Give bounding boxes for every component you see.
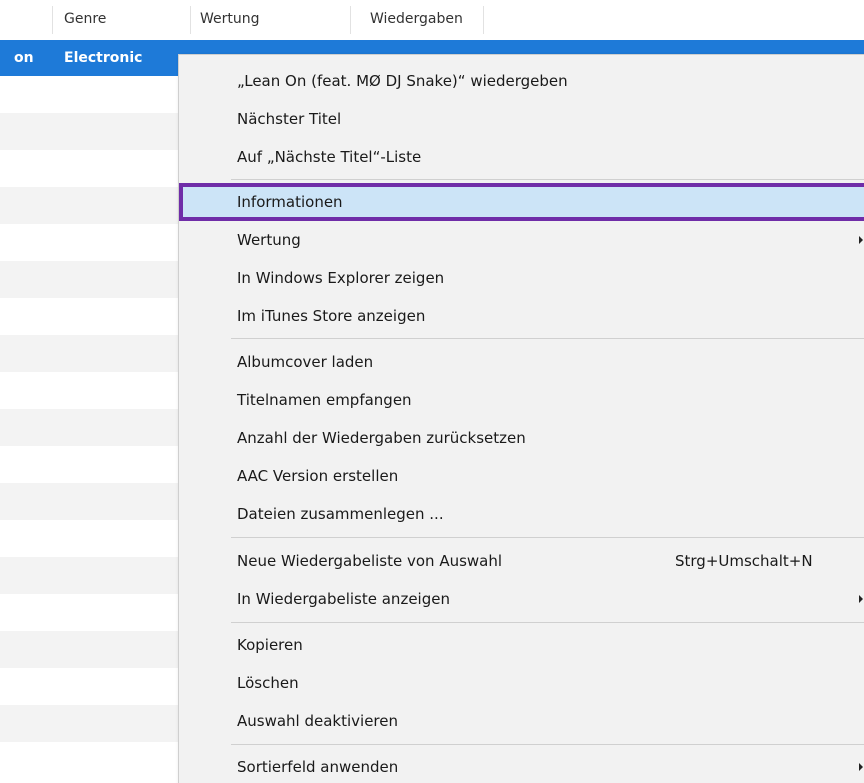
menu-item-uncheck-selection[interactable]: Auswahl deaktivieren — [179, 702, 864, 740]
menu-separator — [231, 338, 864, 339]
menu-item-get-info[interactable]: Informationen — [179, 183, 864, 221]
menu-item-new-playlist-from-selection[interactable]: Neue Wiedergabeliste von Auswahl Strg+Um… — [179, 542, 864, 580]
column-separator[interactable] — [483, 6, 484, 34]
song-genre-cell: Electronic — [64, 50, 143, 66]
menu-item-label: Neue Wiedergabeliste von Auswahl — [237, 552, 503, 570]
menu-item-show-in-explorer[interactable]: In Windows Explorer zeigen — [179, 259, 864, 297]
menu-item-copy[interactable]: Kopieren — [179, 626, 864, 664]
menu-item-label: AAC Version erstellen — [237, 467, 399, 485]
submenu-arrow-icon — [859, 236, 863, 244]
menu-item-play[interactable]: „Lean On (feat. MØ DJ Snake)“ wiedergebe… — [179, 62, 864, 100]
menu-item-label: Nächster Titel — [237, 110, 342, 128]
menu-item-label: Sortierfeld anwenden — [237, 758, 399, 776]
menu-item-show-in-playlist[interactable]: In Wiedergabeliste anzeigen — [179, 580, 864, 618]
menu-item-reset-plays[interactable]: Anzahl der Wiedergaben zurücksetzen — [179, 419, 864, 457]
column-separator[interactable] — [190, 6, 191, 34]
menu-item-label: Dateien zusammenlegen ... — [237, 505, 444, 523]
menu-item-label: Auf „Nächste Titel“-Liste — [237, 148, 422, 166]
menu-separator — [231, 537, 864, 538]
column-separator[interactable] — [52, 6, 53, 34]
column-header-plays[interactable]: Wiedergaben — [370, 0, 463, 40]
menu-item-label: Titelnamen empfangen — [237, 391, 412, 409]
menu-item-apply-sort-field[interactable]: Sortierfeld anwenden — [179, 748, 864, 783]
menu-item-play-next[interactable]: Nächster Titel — [179, 100, 864, 138]
menu-item-show-in-store[interactable]: Im iTunes Store anzeigen — [179, 297, 864, 335]
context-menu: „Lean On (feat. MØ DJ Snake)“ wiedergebe… — [178, 54, 864, 783]
menu-item-get-album-artwork[interactable]: Albumcover laden — [179, 343, 864, 381]
menu-item-label: Informationen — [237, 193, 343, 211]
column-separator[interactable] — [350, 6, 351, 34]
submenu-arrow-icon — [859, 595, 863, 603]
menu-item-label: Auswahl deaktivieren — [237, 712, 399, 730]
menu-item-label: Löschen — [237, 674, 299, 692]
menu-item-shortcut: Strg+Umschalt+N — [675, 552, 813, 570]
menu-item-rating[interactable]: Wertung — [179, 221, 864, 259]
song-name-cell: on — [14, 50, 34, 66]
menu-item-delete[interactable]: Löschen — [179, 664, 864, 702]
itunes-song-list-window: Genre Wertung Wiedergaben on Electronic — [0, 0, 864, 783]
menu-item-label: Kopieren — [237, 636, 303, 654]
column-header-rating[interactable]: Wertung — [200, 0, 260, 40]
menu-item-label: In Windows Explorer zeigen — [237, 269, 445, 287]
submenu-arrow-icon — [859, 763, 863, 771]
menu-item-add-to-up-next[interactable]: Auf „Nächste Titel“-Liste — [179, 138, 864, 176]
menu-separator — [231, 179, 864, 180]
menu-item-label: Wertung — [237, 231, 301, 249]
column-header-genre[interactable]: Genre — [64, 0, 106, 40]
column-header-bar: Genre Wertung Wiedergaben — [0, 0, 864, 41]
menu-separator — [231, 622, 864, 623]
menu-item-create-aac-version[interactable]: AAC Version erstellen — [179, 457, 864, 495]
menu-item-label: In Wiedergabeliste anzeigen — [237, 590, 450, 608]
menu-separator — [231, 744, 864, 745]
menu-item-label: Albumcover laden — [237, 353, 374, 371]
menu-item-label: „Lean On (feat. MØ DJ Snake)“ wiedergebe… — [237, 72, 568, 90]
menu-item-consolidate-files[interactable]: Dateien zusammenlegen ... — [179, 495, 864, 533]
menu-item-label: Anzahl der Wiedergaben zurücksetzen — [237, 429, 526, 447]
menu-item-get-track-names[interactable]: Titelnamen empfangen — [179, 381, 864, 419]
menu-item-label: Im iTunes Store anzeigen — [237, 307, 426, 325]
